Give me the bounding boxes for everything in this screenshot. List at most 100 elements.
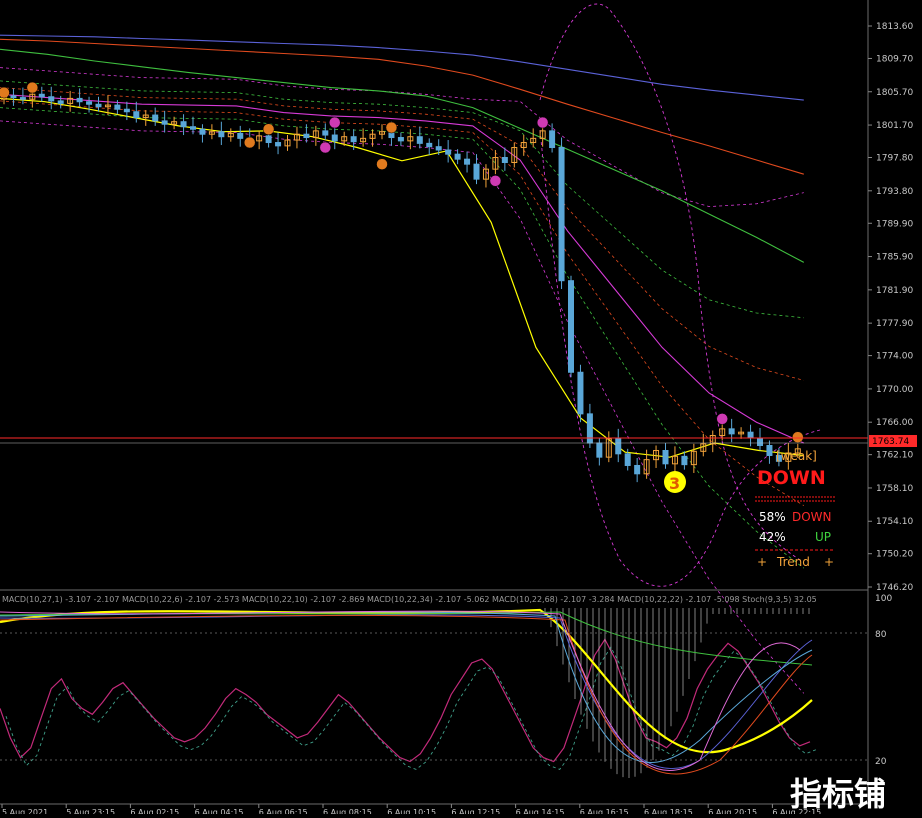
candle-down [237, 132, 244, 139]
up-percent: 42% [759, 530, 786, 544]
candle-down [445, 149, 452, 155]
candle-down [10, 95, 17, 99]
price-tick-label: 1789.90 [876, 219, 913, 229]
signal-marker [26, 81, 39, 94]
price-tick-label: 1754.10 [876, 517, 913, 527]
weak-label: [weak] [776, 449, 817, 463]
candle-down [568, 280, 574, 373]
price-tick-label: 1781.90 [876, 286, 913, 296]
status-label: DOWN [757, 467, 826, 489]
candle-down [454, 153, 461, 160]
time-tick-label: 6 Aug 14:15 [516, 808, 565, 814]
signal-marker [376, 158, 388, 170]
time-tick-label: 6 Aug 08:15 [323, 808, 372, 814]
time-tick-label: 6 Aug 06:15 [259, 808, 308, 814]
chart-background [0, 0, 922, 814]
candle-down [757, 437, 763, 447]
time-tick-label: 6 Aug 20:15 [708, 808, 757, 814]
signal-marker [243, 136, 256, 149]
candle-down [180, 121, 187, 128]
signal-marker [489, 175, 502, 187]
price-tick-label: 1801.70 [876, 121, 913, 131]
candle-down [549, 130, 556, 149]
candle-down [19, 97, 26, 100]
chart-canvas: 1813.60 1809.70 1805.70 1801.70 1797.80 1793.… [0, 0, 922, 817]
time-tick-label: 5 Aug 23:15 [66, 808, 115, 814]
candle-down [199, 128, 206, 135]
candle-down [86, 101, 93, 105]
candle-down [586, 413, 593, 444]
chart-stage: 1813.60 1809.70 1805.70 1801.70 1797.80 1793.… [0, 0, 922, 817]
time-tick-label: 6 Aug 02:15 [130, 808, 179, 814]
candle-down [596, 442, 603, 458]
price-tick-label: 1793.80 [876, 187, 913, 197]
time-tick-label: 6 Aug 18:15 [644, 808, 693, 814]
candle-down [634, 464, 641, 475]
signal-marker [385, 121, 398, 134]
candle-down [662, 449, 669, 465]
candle-down [218, 131, 225, 138]
candle-down [577, 371, 584, 415]
time-tick-label: 6 Aug 16:15 [580, 808, 629, 814]
trend-word: Trend [776, 555, 810, 569]
candle-down [397, 137, 404, 142]
candle-down [161, 120, 168, 125]
oscillator-header: MACD(10,27,1) -3.107 -2.107 MACD(10,22,6… [2, 595, 817, 604]
price-tick-label: 1813.60 [876, 22, 913, 32]
candle-down [303, 133, 310, 139]
trend-plus-left: + [757, 555, 767, 569]
price-tick-label: 1770.00 [876, 385, 913, 395]
price-tick-label: 1805.70 [876, 88, 913, 98]
time-tick-label: 5 Aug 2021 [2, 808, 48, 814]
current-price-tag-label: 1763.74 [872, 437, 909, 447]
signal-marker [329, 116, 341, 129]
trend-plus-right: + [824, 555, 834, 569]
wave-label: 3 [669, 474, 680, 493]
signal-marker [262, 123, 275, 135]
candle-down [133, 111, 140, 119]
signal-marker [536, 116, 549, 129]
candle-down [190, 126, 196, 130]
signal-marker [319, 141, 332, 154]
candle-down [473, 163, 480, 180]
candle-down [435, 146, 442, 151]
candle-down [95, 103, 102, 108]
time-tick-label: 6 Aug 12:15 [451, 808, 500, 814]
candle-down [265, 135, 272, 144]
candle-down [426, 142, 433, 148]
candle-down [624, 453, 631, 466]
candle-down [501, 157, 508, 164]
candle-down [38, 93, 45, 98]
candle-down [747, 431, 754, 439]
candle-down [728, 428, 735, 435]
time-tick-label: 6 Aug 10:15 [387, 808, 436, 814]
down-word: DOWN [792, 510, 832, 524]
candle-down [464, 158, 471, 165]
candle-down [322, 130, 329, 136]
candle-down [558, 147, 565, 282]
candle-down [123, 108, 130, 113]
candle-down [57, 100, 64, 104]
price-tick-label: 1797.80 [876, 154, 913, 164]
level-80: 80 [875, 630, 887, 640]
up-word: UP [815, 530, 831, 544]
price-tick-label: 1762.10 [876, 451, 913, 461]
candle-down [416, 136, 423, 144]
price-tick-label: 1785.90 [876, 253, 913, 263]
down-percent: 58% [759, 510, 786, 524]
level-20: 20 [875, 757, 887, 767]
signal-marker [792, 431, 804, 443]
candle-down [615, 438, 622, 455]
price-tick-label: 1746.20 [876, 583, 913, 593]
watermark: 指标铺 [790, 775, 886, 813]
candle-down [681, 455, 688, 466]
candle-down [114, 104, 121, 110]
candle-down [766, 445, 773, 456]
price-tick-label: 1809.70 [876, 54, 913, 64]
signal-marker [716, 413, 728, 425]
price-tick-label: 1777.90 [876, 319, 913, 329]
candle-down [331, 134, 338, 142]
candle-down [76, 97, 83, 103]
candle-down [275, 142, 282, 147]
price-tick-label: 1774.00 [876, 352, 913, 362]
